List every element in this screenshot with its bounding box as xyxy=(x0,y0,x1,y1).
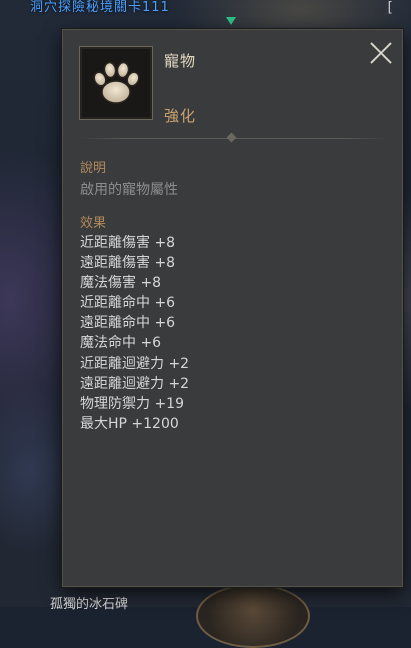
effect-item: 魔法傷害 +8 xyxy=(80,275,162,292)
description-text: 啟用的寵物屬性 xyxy=(80,182,178,198)
effect-item: 近距離傷害 +8 xyxy=(80,235,176,251)
effect-item: 最大HP +1200 xyxy=(80,415,179,432)
effects-list: 近距離傷害 +8 遠距離傷害 +8 魔法傷害 +8 近距離命中 +6 遠距離命中… xyxy=(80,233,189,434)
hud-bracket-icon[interactable]: [ xyxy=(388,0,393,16)
effect-item: 近距離迴避力 +2 xyxy=(80,355,190,372)
effect-item: 魔法命中 +6 xyxy=(80,335,162,352)
effect-item: 近距離命中 +6 xyxy=(80,295,176,312)
close-button[interactable] xyxy=(368,40,394,66)
tooltip-header: 寵物 強化 xyxy=(63,30,402,140)
effect-item: 遠距離迴避力 +2 xyxy=(80,375,190,392)
zone-name-label: 洞穴探險秘境關卡111 xyxy=(30,0,170,15)
effect-item: 遠距離命中 +6 xyxy=(80,315,176,332)
hud-medallion-icon[interactable] xyxy=(196,584,310,648)
location-label: 孤獨的冰石碑 xyxy=(50,597,129,612)
item-tooltip-panel: 寵物 強化 說明 啟用的寵物屬性 效果 近距離傷害 +8 遠距離傷害 +8 魔法… xyxy=(62,29,403,587)
map-marker-icon xyxy=(226,17,236,25)
item-name: 寵物 xyxy=(164,52,197,70)
paw-icon xyxy=(93,61,140,104)
effects-title: 效果 xyxy=(80,216,107,231)
close-x-icon xyxy=(370,42,392,64)
description-title: 說明 xyxy=(80,161,107,176)
item-type: 強化 xyxy=(164,107,197,125)
effect-item: 遠距離傷害 +8 xyxy=(80,255,176,272)
effect-item: 物理防禦力 +19 xyxy=(80,395,184,412)
item-icon-frame xyxy=(79,46,153,120)
